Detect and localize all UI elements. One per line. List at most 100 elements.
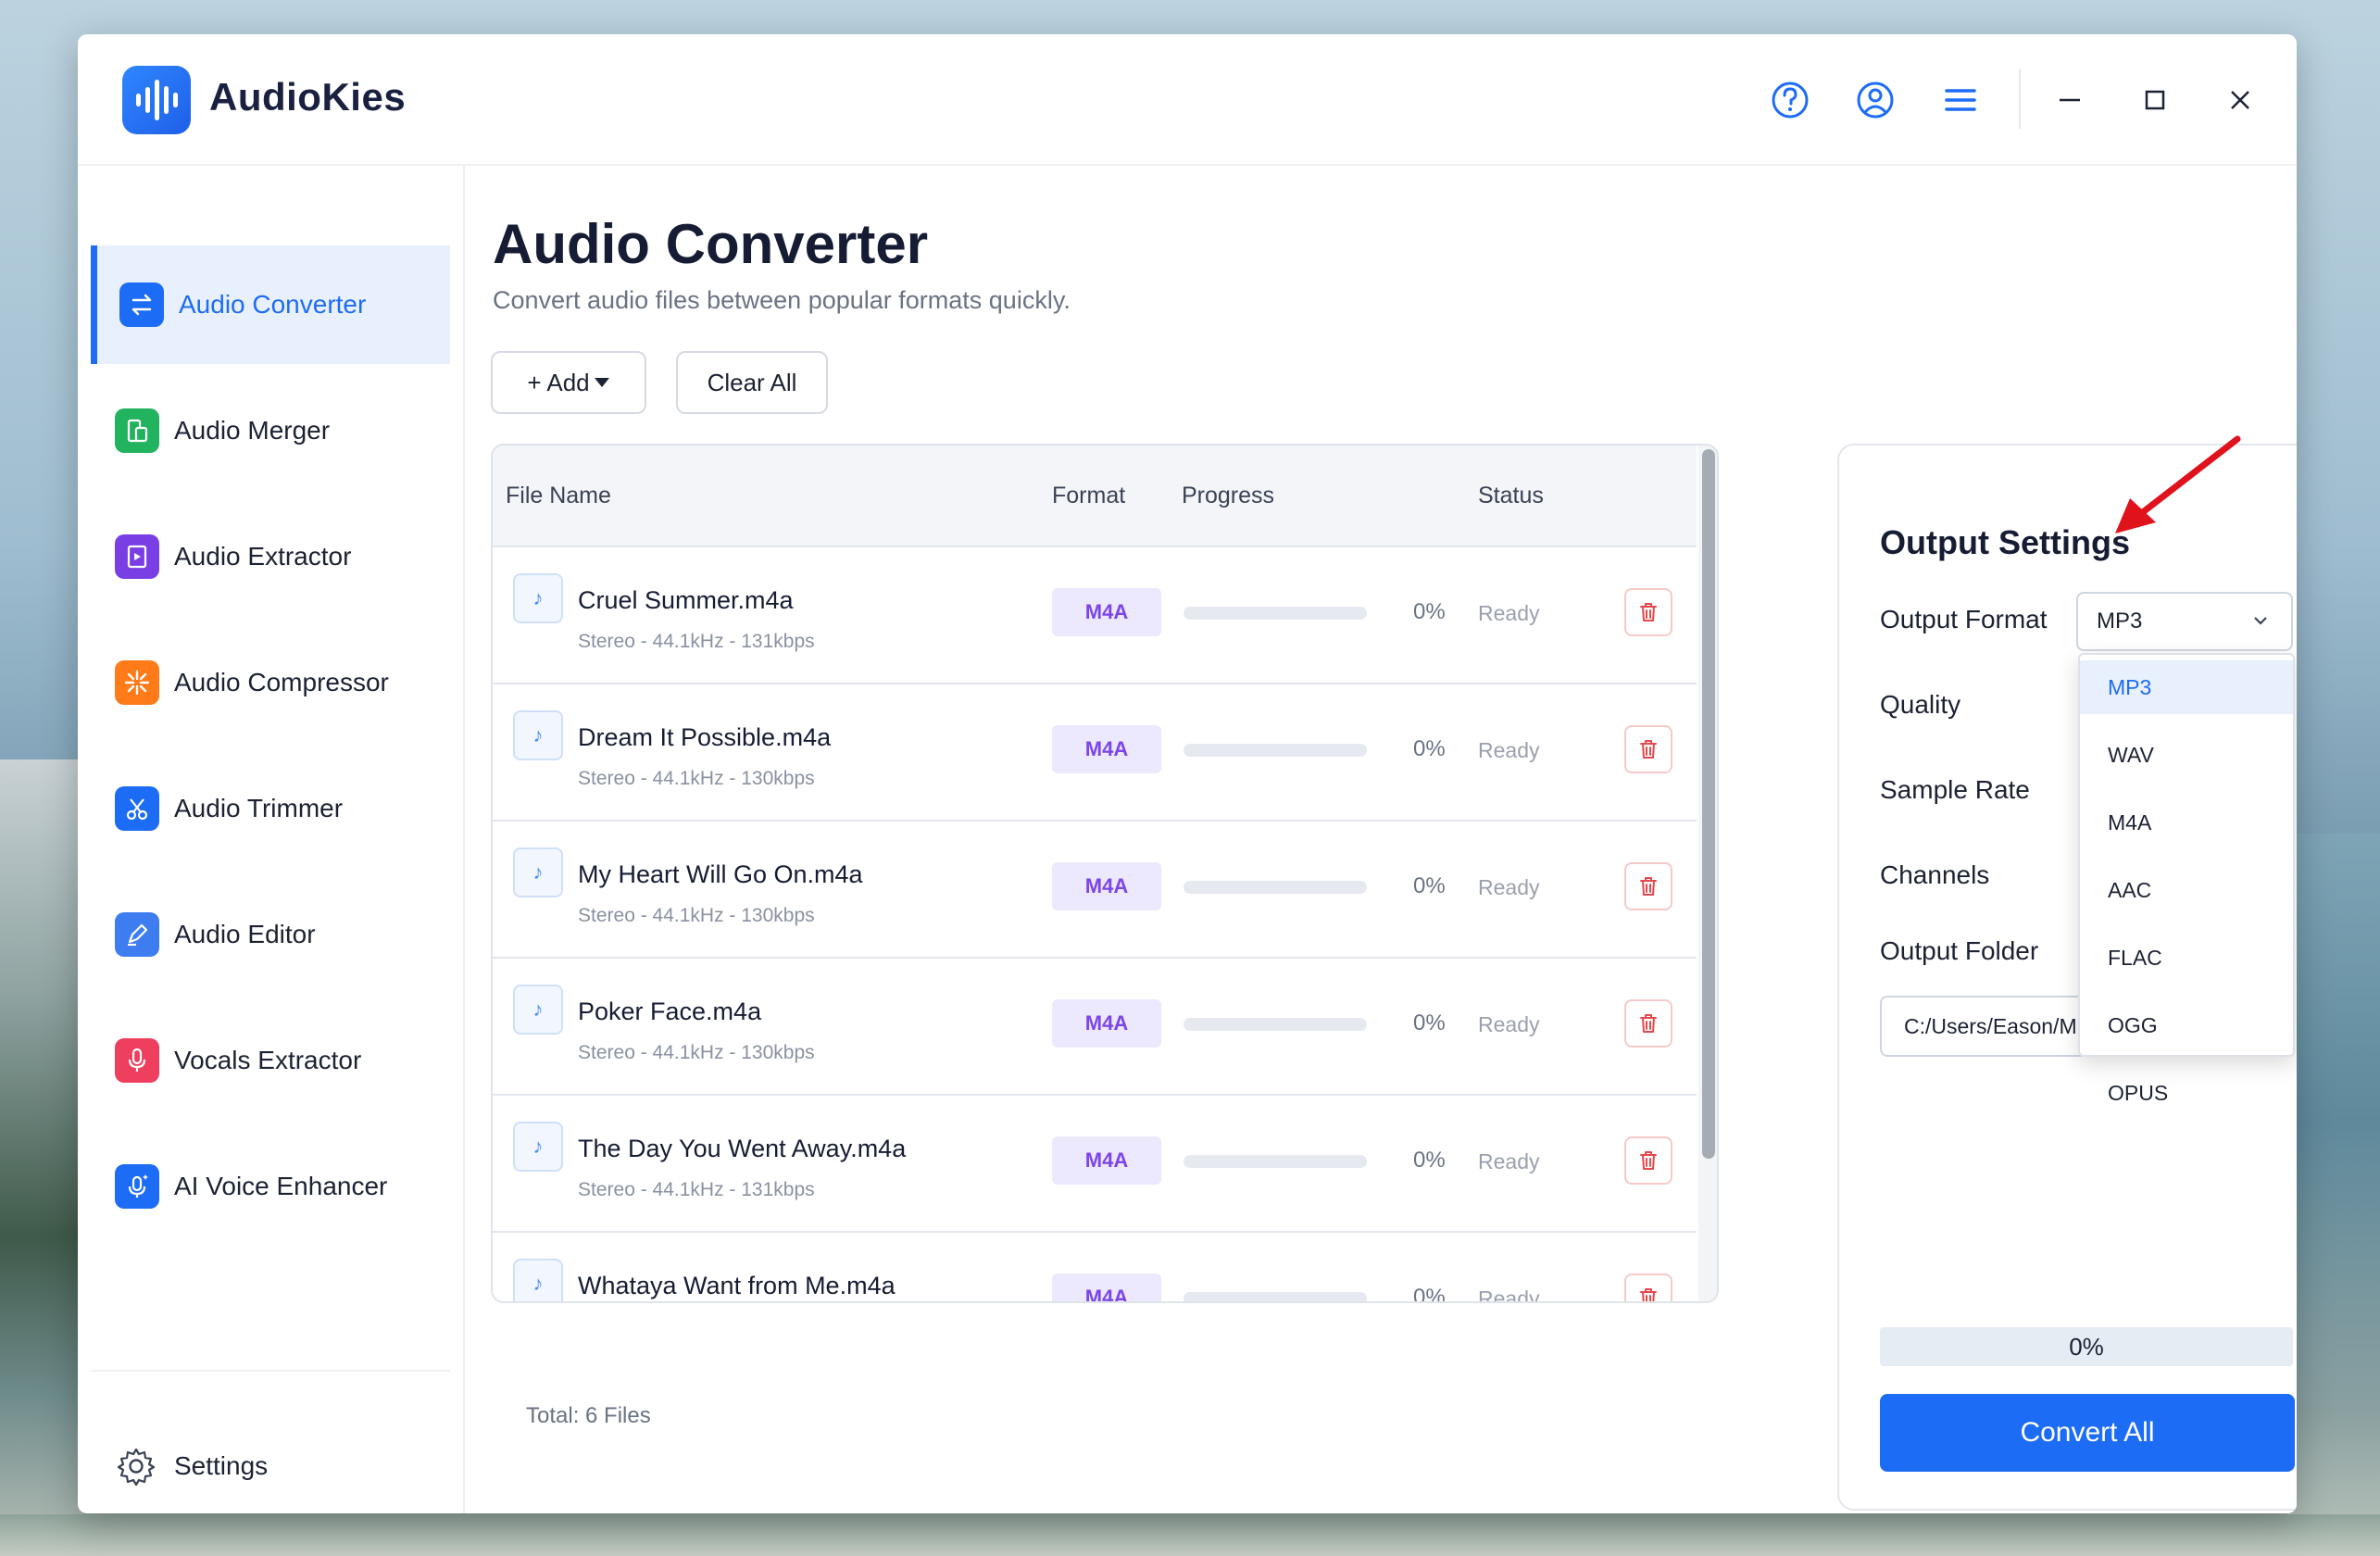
overall-progress-bar: 0% xyxy=(1880,1327,2293,1366)
file-table: File Name Format Progress Status ♪ Cruel… xyxy=(491,444,1719,1303)
clear-all-button[interactable]: Clear All xyxy=(676,351,828,414)
file-meta: Stereo - 44.1kHz - 130kbps xyxy=(578,905,815,926)
format-badge: M4A xyxy=(1052,1136,1161,1185)
minimize-button[interactable] xyxy=(2045,75,2095,125)
app-window: AudioKies Audio Converter Audio Merger A… xyxy=(78,34,2297,1513)
sidebar-item-audio-compressor[interactable]: Audio Compressor xyxy=(91,623,450,742)
file-status: Ready xyxy=(1478,1012,1540,1036)
column-header-progress: Progress xyxy=(1182,483,1275,508)
table-row[interactable]: ♪ The Day You Went Away.m4a Stereo - 44.… xyxy=(493,1096,1697,1233)
dropdown-option-opus[interactable]: OPUS xyxy=(2080,1066,2293,1120)
file-meta: Stereo - 44.1kHz - 130kbps xyxy=(578,768,815,789)
trash-icon xyxy=(1640,1151,1657,1170)
delete-button[interactable] xyxy=(1624,999,1672,1048)
add-button[interactable]: + Add xyxy=(491,351,646,414)
dropdown-option-flac[interactable]: FLAC xyxy=(2080,931,2293,985)
settings-label: Settings xyxy=(174,1451,269,1480)
merge-doc-icon xyxy=(115,408,159,453)
file-progress-bar xyxy=(1184,1155,1367,1168)
table-row[interactable]: ♪ Poker Face.m4a Stereo - 44.1kHz - 130k… xyxy=(493,959,1697,1096)
dropdown-option-ogg[interactable]: OGG xyxy=(2080,998,2293,1052)
account-icon[interactable] xyxy=(1854,79,1897,121)
page-title: Audio Converter xyxy=(493,213,929,275)
desktop-background xyxy=(0,1514,2380,1556)
output-format-dropdown: MP3 WAV M4A AAC FLAC OGG OPUS xyxy=(2078,653,2295,1105)
add-button-label: + Add xyxy=(527,368,590,396)
output-format-label: Output Format xyxy=(1880,605,2048,634)
help-icon[interactable] xyxy=(1769,79,1811,121)
table-row[interactable]: ♪ My Heart Will Go On.m4a Stereo - 44.1k… xyxy=(493,822,1697,959)
pen-icon xyxy=(115,912,159,957)
menu-icon[interactable] xyxy=(1939,79,1982,121)
file-meta: Stereo - 44.1kHz - 131kbps xyxy=(578,1179,815,1200)
trash-icon xyxy=(1640,1014,1657,1033)
delete-button[interactable] xyxy=(1624,725,1672,773)
maximize-button[interactable] xyxy=(2130,75,2180,125)
desktop-background xyxy=(0,759,83,1556)
delete-button[interactable] xyxy=(1624,1136,1672,1185)
compress-burst-icon xyxy=(115,660,159,705)
sidebar-item-audio-editor[interactable]: Audio Editor xyxy=(91,875,450,994)
annotation-arrow-icon xyxy=(2115,435,2241,533)
scrollbar-thumb[interactable] xyxy=(1702,449,1715,1159)
sidebar-item-audio-trimmer[interactable]: Audio Trimmer xyxy=(91,749,450,868)
gear-icon xyxy=(117,1448,156,1487)
table-scrollbar[interactable] xyxy=(1698,445,1717,1301)
scissors-icon xyxy=(115,786,159,831)
format-badge: M4A xyxy=(1052,725,1161,773)
sidebar-item-label: Audio Trimmer xyxy=(174,794,344,822)
quality-label: Quality xyxy=(1880,690,1961,719)
delete-button[interactable] xyxy=(1624,588,1672,636)
sidebar-item-audio-merger[interactable]: Audio Merger xyxy=(91,371,450,490)
sidebar-item-audio-extractor[interactable]: Audio Extractor xyxy=(91,497,450,616)
delete-button[interactable] xyxy=(1624,862,1672,910)
trash-icon xyxy=(1640,1288,1657,1301)
sidebar-item-vocals-extractor[interactable]: Vocals Extractor xyxy=(91,1001,450,1120)
column-header-status: Status xyxy=(1478,483,1544,508)
dropdown-option-aac[interactable]: AAC xyxy=(2080,863,2293,917)
music-note-icon: ♪ xyxy=(513,847,563,897)
output-folder-label: Output Folder xyxy=(1880,936,2039,965)
file-name: Whataya Want from Me.m4a xyxy=(578,1272,896,1299)
output-settings-title: Output Settings xyxy=(1880,523,2130,561)
table-header: File Name Format Progress Status xyxy=(493,445,1697,547)
file-progress-bar xyxy=(1184,881,1367,894)
sidebar-item-audio-converter[interactable]: Audio Converter xyxy=(91,245,450,364)
film-extract-icon xyxy=(115,534,159,579)
music-note-icon: ♪ xyxy=(513,710,563,760)
sidebar-item-settings[interactable]: Settings xyxy=(91,1407,450,1513)
output-format-select[interactable]: MP3 xyxy=(2076,592,2293,651)
music-note-icon: ♪ xyxy=(513,1122,563,1172)
ai-microphone-icon xyxy=(115,1164,159,1209)
desktop-background xyxy=(2287,834,2380,1556)
file-status: Ready xyxy=(1478,601,1540,625)
table-row[interactable]: ♪ Dream It Possible.m4a Stereo - 44.1kHz… xyxy=(493,684,1697,822)
app-logo-icon xyxy=(122,66,191,134)
output-format-value: MP3 xyxy=(2097,609,2143,634)
swap-arrows-icon xyxy=(119,282,164,327)
table-row[interactable]: ♪ Cruel Summer.m4a Stereo - 44.1kHz - 13… xyxy=(493,547,1697,684)
convert-all-button[interactable]: Convert All xyxy=(1880,1394,2295,1472)
titlebar-divider xyxy=(2019,69,2021,129)
trash-icon xyxy=(1640,877,1657,896)
format-badge: M4A xyxy=(1052,999,1161,1048)
overall-progress-percent: 0% xyxy=(2069,1332,2104,1361)
table-row[interactable]: ♪ Whataya Want from Me.m4a M4A 0% Ready xyxy=(493,1233,1697,1301)
sidebar-item-label: Vocals Extractor xyxy=(174,1046,362,1074)
close-button[interactable] xyxy=(2215,75,2265,125)
page-subtitle: Convert audio files between popular form… xyxy=(493,286,1071,314)
delete-button[interactable] xyxy=(1624,1274,1672,1301)
sidebar-item-label: Audio Converter xyxy=(179,290,367,319)
dropdown-option-mp3[interactable]: MP3 xyxy=(2080,660,2293,714)
trash-icon xyxy=(1640,603,1657,621)
file-status: Ready xyxy=(1478,1149,1540,1173)
sidebar-item-ai-voice-enhancer[interactable]: AI Voice Enhancer xyxy=(91,1127,450,1246)
file-name: The Day You Went Away.m4a xyxy=(578,1135,907,1162)
file-name: My Heart Will Go On.m4a xyxy=(578,860,863,888)
dropdown-option-m4a[interactable]: M4A xyxy=(2080,796,2293,849)
file-meta: Stereo - 44.1kHz - 130kbps xyxy=(578,1042,815,1063)
dropdown-option-wav[interactable]: WAV xyxy=(2080,728,2293,782)
chevron-down-icon xyxy=(2254,617,2267,625)
file-meta: Stereo - 44.1kHz - 131kbps xyxy=(578,631,815,652)
format-badge: M4A xyxy=(1052,1274,1161,1301)
